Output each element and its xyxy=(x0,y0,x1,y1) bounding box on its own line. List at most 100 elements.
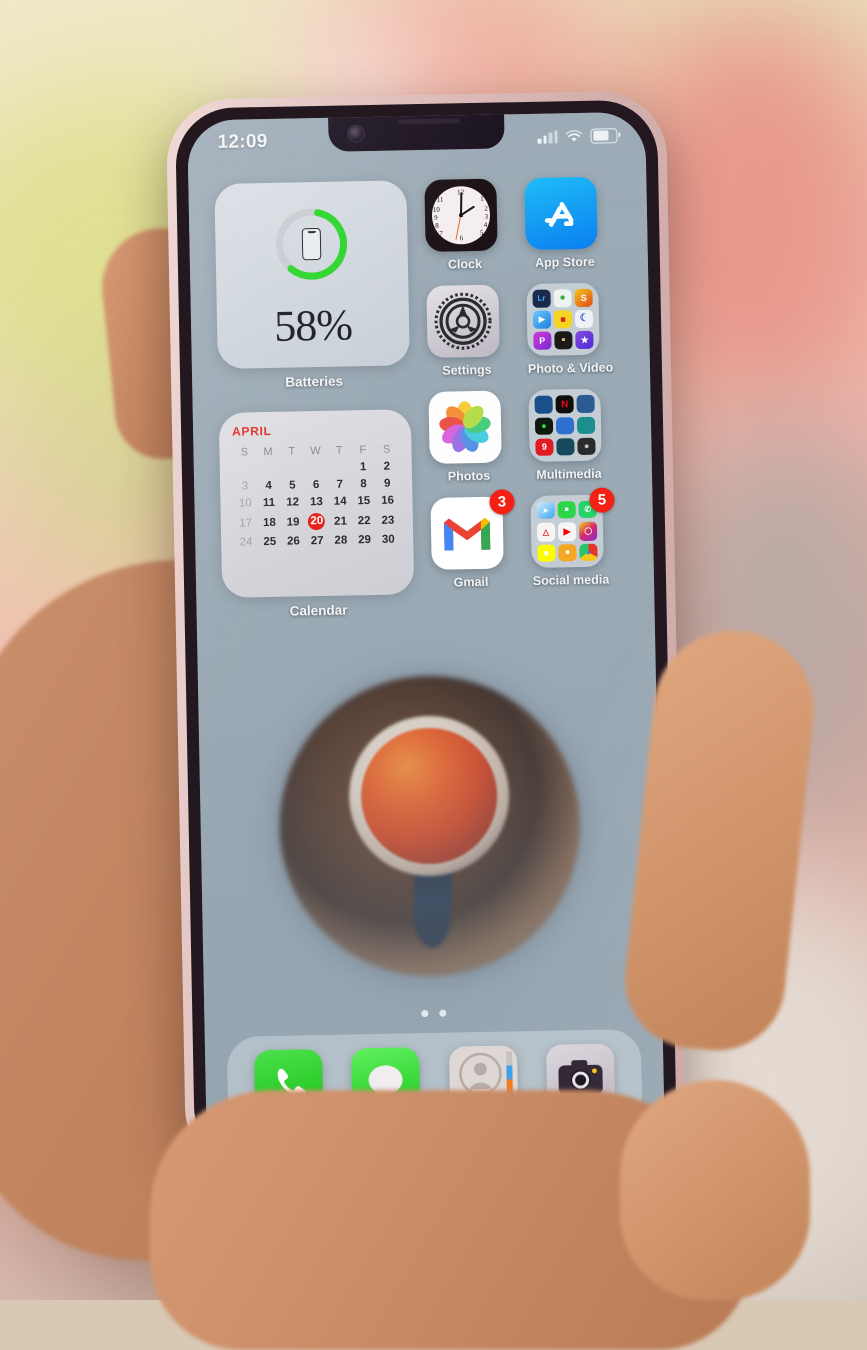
calendar-weekday: S xyxy=(240,446,249,459)
calendar-widget-label: Calendar xyxy=(289,602,348,619)
calendar-day: 30 xyxy=(381,533,395,547)
mini-icon-youtube: ▶ xyxy=(558,521,577,541)
folder-social-media[interactable]: 5 ➤ ■ ✆ △ ▶ ◯ ☻ ■ ● Social media xyxy=(530,487,615,588)
app-label: Photo & Video xyxy=(527,360,614,376)
calendar-day xyxy=(233,460,257,478)
app-row-2: Settings Lr ● S ▶ ■ ☾ P ■ ★ Photo & Vide… xyxy=(426,282,624,378)
app-label: Clock xyxy=(447,256,483,272)
app-label: Gmail xyxy=(453,574,489,590)
mini-icon-teal-app xyxy=(577,416,596,435)
home-grid: 58% Batteries APRIL S M T W T F S 1 2 3 … xyxy=(214,176,628,620)
calendar-day: 25 xyxy=(263,536,277,549)
mini-icon-instagram: ◯ xyxy=(579,521,598,541)
mini-icon-blue-video-app xyxy=(556,416,575,435)
app-label: Photos xyxy=(447,468,491,484)
app-photos[interactable]: Photos xyxy=(428,390,508,484)
calendar-day: 22 xyxy=(357,514,371,527)
calendar-day: 16 xyxy=(381,494,395,507)
calendar-day: 3 xyxy=(241,480,249,493)
app-settings[interactable]: Settings xyxy=(426,284,506,378)
mini-icon-grey-circle-app: ● xyxy=(577,437,596,456)
folder-photo-video[interactable]: Lr ● S ▶ ■ ☾ P ■ ★ Photo & Video xyxy=(526,282,614,376)
calendar-day xyxy=(280,459,304,477)
calendar-day: 14 xyxy=(333,495,347,508)
mini-icon-facetime: ■ xyxy=(557,501,576,519)
batteries-widget-label: Batteries xyxy=(285,373,344,390)
calendar-day: 24 xyxy=(239,536,253,549)
mini-icon-snapchat: ☻ xyxy=(537,544,556,562)
mini-icon-blue-media-app xyxy=(534,395,553,415)
app-label: Settings xyxy=(442,362,492,378)
home-screen: 58% Batteries APRIL S M T W T F S 1 2 3 … xyxy=(188,156,665,1154)
mini-icon-orange-doc-app: ■ xyxy=(558,544,577,562)
phone-bezel: 12:09 58% Batteries APRIL S M T W T F S … xyxy=(174,99,678,1166)
calendar-day: 18 xyxy=(262,516,276,529)
app-label: App Store xyxy=(534,254,595,270)
wifi-icon xyxy=(565,129,583,142)
calendar-day: 15 xyxy=(357,495,371,508)
gmail-badge: 3 xyxy=(489,489,515,515)
clock-face: 12 1 2 3 4 5 6 7 8 9 xyxy=(431,185,491,245)
app-gmail[interactable]: 3 Gmail xyxy=(430,489,515,590)
mini-icon-snapseed: S xyxy=(574,288,593,307)
calendar-weekday: M xyxy=(263,445,273,459)
calendar-day: 11 xyxy=(262,496,276,510)
social-media-badge: 5 xyxy=(589,487,615,513)
page-dot-2[interactable] xyxy=(438,1009,446,1017)
calendar-day: 9 xyxy=(383,477,391,490)
battery-ring-gauge xyxy=(271,203,353,285)
app-app-store[interactable]: App Store xyxy=(524,176,604,270)
battery-percent-value: 58% xyxy=(273,300,353,351)
mini-icon-moon-app: ☾ xyxy=(575,309,594,328)
calendar-day: 26 xyxy=(286,535,301,548)
mini-icon-picsart: P xyxy=(533,331,552,350)
calendar-week-row: 17 18 19 20 21 22 23 xyxy=(234,509,400,534)
photos-flower-icon[interactable] xyxy=(428,390,502,464)
calendar-day: 4 xyxy=(265,479,273,492)
folder-multimedia[interactable]: N ● 9 ● Multimedia xyxy=(528,388,608,482)
app-store-icon[interactable] xyxy=(524,176,598,251)
mini-icon-video-player: ▶ xyxy=(532,310,551,329)
calendar-day: 27 xyxy=(310,535,324,548)
batteries-widget[interactable]: 58% Batteries xyxy=(214,180,410,391)
calendar-day: 6 xyxy=(312,478,320,491)
calendar-day: 2 xyxy=(383,460,391,473)
mini-icon-youtube-studio: ■ xyxy=(554,310,573,329)
smartphone-device: 12:09 58% Batteries APRIL S M T W T F S … xyxy=(165,90,687,1175)
calendar-day: 5 xyxy=(289,479,296,492)
calendar-day: 8 xyxy=(360,477,367,491)
app-row-3: Photos N ● 9 ● Multimedia xyxy=(428,388,626,484)
mini-icon-lightroom: Lr xyxy=(532,289,551,308)
calendar-day: 19 xyxy=(286,516,300,529)
calendar-day: 1 xyxy=(359,460,367,473)
calendar-widget[interactable]: APRIL S M T W T F S 1 2 3 4 5 6 7 8 9 10… xyxy=(218,409,415,620)
calendar-widget-card[interactable]: APRIL S M T W T F S 1 2 3 4 5 6 7 8 9 10… xyxy=(218,409,415,598)
mini-icon-dark-teal-app xyxy=(556,437,575,456)
mini-icon-safari: ➤ xyxy=(536,501,555,519)
clock-icon[interactable]: 12 1 2 3 4 5 6 7 8 9 xyxy=(424,178,498,252)
app-clock[interactable]: 12 1 2 3 4 5 6 7 8 9 xyxy=(424,178,504,272)
app-row-1: 12 1 2 3 4 5 6 7 8 9 xyxy=(424,176,622,272)
calendar-weekday: W xyxy=(310,444,321,458)
folder-icon[interactable]: N ● 9 ● xyxy=(528,388,602,462)
calendar-day: 12 xyxy=(286,496,300,509)
widget-column: 58% Batteries APRIL S M T W T F S 1 2 3 … xyxy=(214,180,415,620)
phone-screen[interactable]: 12:09 58% Batteries APRIL S M T W T F S … xyxy=(187,111,665,1154)
calendar-day: 10 xyxy=(238,497,252,510)
calendar-day: 29 xyxy=(358,534,372,547)
calendar-day: 7 xyxy=(336,478,344,491)
calendar-day xyxy=(327,458,351,476)
settings-gear-icon[interactable] xyxy=(426,284,500,358)
battery-icon xyxy=(590,127,618,144)
calendar-weekday: T xyxy=(288,445,296,458)
page-dot-1[interactable] xyxy=(420,1010,428,1018)
folder-icon[interactable]: Lr ● S ▶ ■ ☾ P ■ ★ xyxy=(526,282,600,356)
mini-icon-blue-player-app xyxy=(576,394,595,414)
calendar-month-table: S M T W T F S 1 2 3 4 5 6 7 8 9 10 11 12… xyxy=(232,441,400,551)
calendar-day: 28 xyxy=(334,534,348,548)
cellular-signal-icon xyxy=(537,129,558,144)
batteries-widget-card[interactable]: 58% xyxy=(214,180,410,369)
calendar-day: 21 xyxy=(334,515,348,528)
iphone-icon xyxy=(301,227,322,261)
app-row-4: 3 Gmail 5 ➤ ■ ✆ △ ▶ ◯ ☻ ■ ● Social media xyxy=(430,487,628,590)
